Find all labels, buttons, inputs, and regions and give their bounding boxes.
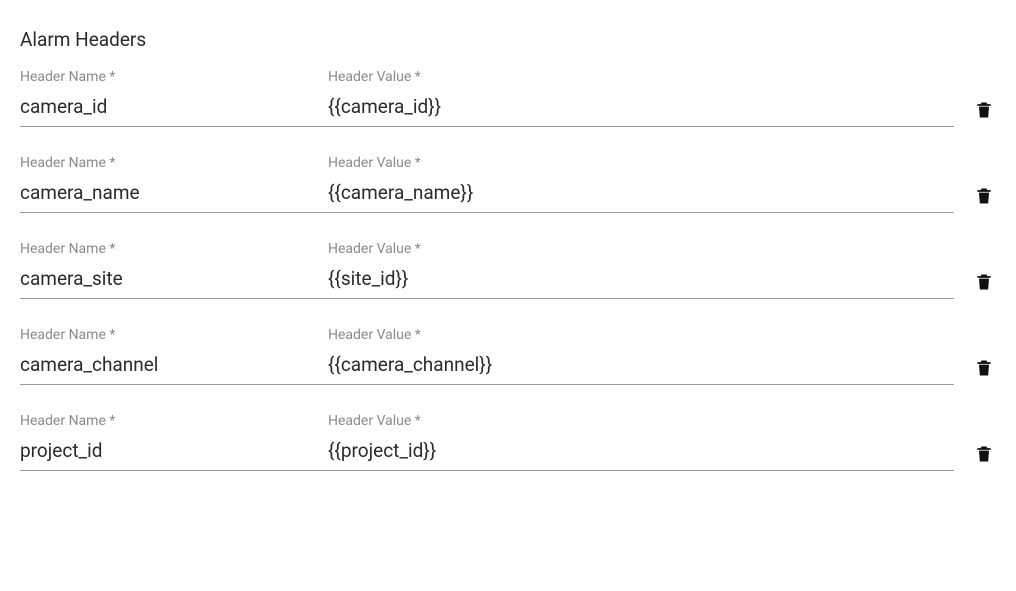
header-value-label: Header Value * — [328, 155, 954, 171]
header-row: Header Name * Header Value * — [20, 327, 996, 385]
header-row: Header Name * Header Value * — [20, 155, 996, 213]
header-name-field: Header Name * — [20, 327, 328, 385]
delete-row-button[interactable] — [972, 443, 996, 471]
delete-row-button[interactable] — [972, 271, 996, 299]
header-value-label: Header Value * — [328, 241, 954, 257]
header-value-label: Header Value * — [328, 69, 954, 85]
header-value-field: Header Value * — [328, 155, 954, 213]
header-row: Header Name * Header Value * — [20, 241, 996, 299]
delete-row-button[interactable] — [972, 99, 996, 127]
header-name-input[interactable] — [20, 349, 328, 385]
header-name-field: Header Name * — [20, 69, 328, 127]
section-title: Alarm Headers — [20, 28, 996, 51]
header-name-label: Header Name * — [20, 155, 328, 171]
header-name-input[interactable] — [20, 263, 328, 299]
delete-row-button[interactable] — [972, 185, 996, 213]
header-value-input[interactable] — [328, 177, 954, 213]
trash-icon — [974, 357, 994, 379]
header-value-input[interactable] — [328, 91, 954, 127]
header-name-label: Header Name * — [20, 413, 328, 429]
header-value-input[interactable] — [328, 435, 954, 471]
header-name-label: Header Name * — [20, 327, 328, 343]
header-row: Header Name * Header Value * — [20, 413, 996, 471]
header-value-field: Header Value * — [328, 413, 954, 471]
trash-icon — [974, 443, 994, 465]
header-name-input[interactable] — [20, 177, 328, 213]
trash-icon — [974, 185, 994, 207]
header-name-input[interactable] — [20, 435, 328, 471]
header-name-label: Header Name * — [20, 69, 328, 85]
header-value-label: Header Value * — [328, 413, 954, 429]
delete-row-button[interactable] — [972, 357, 996, 385]
header-value-label: Header Value * — [328, 327, 954, 343]
header-value-input[interactable] — [328, 349, 954, 385]
header-name-field: Header Name * — [20, 413, 328, 471]
header-name-label: Header Name * — [20, 241, 328, 257]
header-value-field: Header Value * — [328, 69, 954, 127]
trash-icon — [974, 271, 994, 293]
alarm-headers-section: Alarm Headers Header Name * Header Value… — [0, 0, 1016, 519]
trash-icon — [974, 99, 994, 121]
header-row: Header Name * Header Value * — [20, 69, 996, 127]
header-value-input[interactable] — [328, 263, 954, 299]
header-name-input[interactable] — [20, 91, 328, 127]
header-value-field: Header Value * — [328, 327, 954, 385]
header-name-field: Header Name * — [20, 241, 328, 299]
header-name-field: Header Name * — [20, 155, 328, 213]
header-value-field: Header Value * — [328, 241, 954, 299]
